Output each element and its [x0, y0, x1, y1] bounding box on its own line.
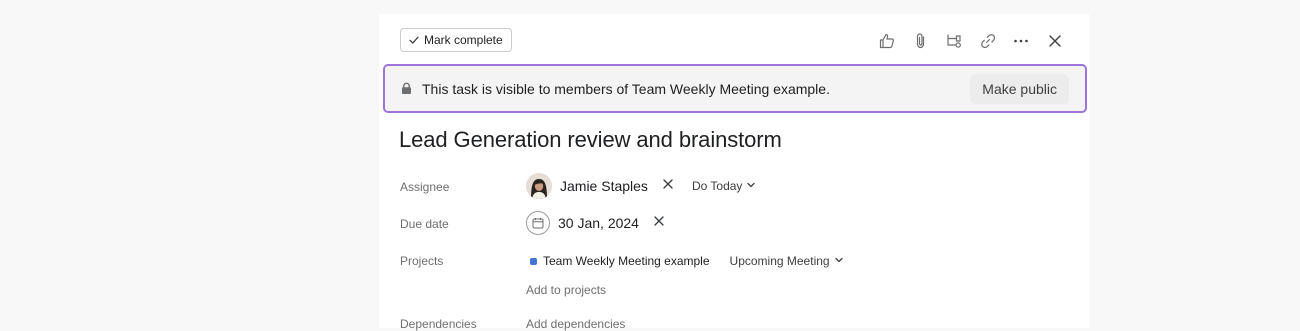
privacy-banner: This task is visible to members of Team …: [383, 64, 1087, 113]
checkmark-icon: [408, 34, 420, 46]
task-detail-panel: Mark complete This task is visible to me…: [379, 14, 1089, 331]
projects-label: Projects: [400, 254, 444, 268]
link-icon[interactable]: [978, 31, 998, 51]
lock-icon: [401, 82, 412, 100]
assignee-name[interactable]: Jamie Staples: [560, 178, 648, 194]
project-color-dot: [530, 257, 537, 265]
schedule-dropdown[interactable]: Do Today: [692, 179, 756, 193]
chevron-down-icon: [746, 179, 756, 193]
avatar[interactable]: [526, 173, 552, 199]
add-dependencies-link[interactable]: Add dependencies: [526, 317, 625, 331]
task-title[interactable]: Lead Generation review and brainstorm: [399, 127, 782, 153]
mark-complete-label: Mark complete: [424, 33, 503, 47]
chevron-down-icon: [834, 254, 844, 268]
make-public-button[interactable]: Make public: [970, 74, 1069, 104]
toolbar-icons: [877, 31, 1065, 51]
due-date-row: 30 Jan, 2024: [526, 211, 665, 235]
remove-assignee-button[interactable]: [662, 177, 674, 195]
more-icon[interactable]: [1011, 31, 1031, 51]
section-dropdown[interactable]: Upcoming Meeting: [730, 254, 844, 268]
project-name[interactable]: Team Weekly Meeting example: [543, 254, 710, 268]
due-date-value[interactable]: 30 Jan, 2024: [558, 215, 639, 231]
dependencies-label: Dependencies: [400, 317, 477, 331]
add-to-projects-link[interactable]: Add to projects: [526, 283, 606, 297]
dependencies-row: Add dependencies: [526, 317, 625, 331]
paperclip-icon[interactable]: [911, 31, 931, 51]
project-row: Team Weekly Meeting example Upcoming Mee…: [530, 254, 844, 268]
clear-due-date-button[interactable]: [653, 214, 665, 232]
privacy-message: This task is visible to members of Team …: [422, 81, 830, 97]
schedule-label: Do Today: [691, 179, 743, 193]
close-icon: [653, 214, 665, 232]
task-toolbar: Mark complete: [379, 14, 1089, 64]
due-date-label: Due date: [400, 217, 449, 231]
add-project-row: Add to projects: [526, 283, 606, 297]
assignee-row: Jamie Staples Do Today: [526, 173, 756, 199]
thumbs-up-icon[interactable]: [877, 31, 897, 51]
subtask-icon[interactable]: [944, 31, 964, 51]
mark-complete-button[interactable]: Mark complete: [400, 28, 512, 52]
calendar-icon[interactable]: [526, 211, 550, 235]
close-icon: [662, 177, 674, 195]
section-label: Upcoming Meeting: [729, 254, 830, 268]
close-icon[interactable]: [1045, 31, 1065, 51]
assignee-label: Assignee: [400, 180, 450, 194]
